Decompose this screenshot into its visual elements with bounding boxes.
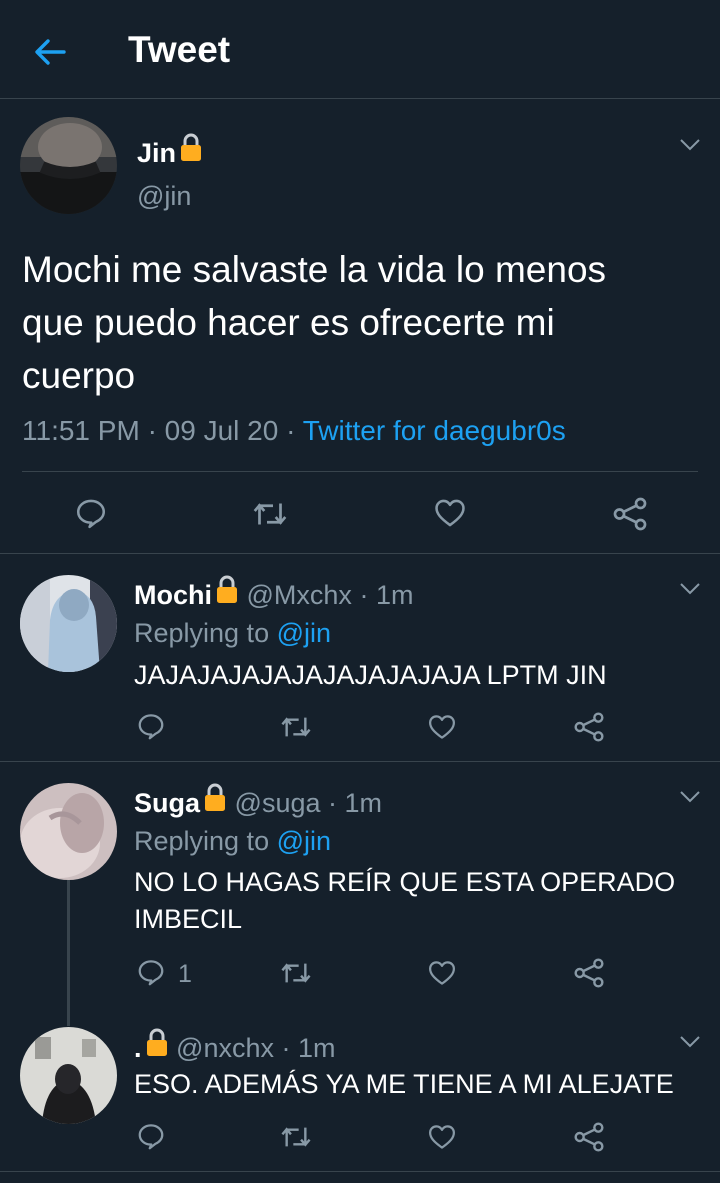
meta-separator: · (359, 580, 369, 610)
avatar[interactable] (20, 117, 117, 214)
reply-button[interactable] (136, 711, 166, 741)
tweet-time: 11:51 PM (22, 415, 140, 446)
reply-header: Mochi @Mxchx · 1m (134, 574, 413, 612)
share-button[interactable] (573, 1121, 605, 1153)
chevron-down-icon[interactable] (679, 1035, 701, 1049)
reply-time: 1m (344, 788, 383, 818)
divider (22, 471, 698, 472)
share-button[interactable] (573, 957, 605, 989)
meta-separator: · (328, 788, 338, 818)
reply-count: 1 (178, 960, 192, 988)
lock-icon (179, 132, 203, 162)
retweet-icon (252, 496, 288, 532)
author-handle[interactable]: @jin (137, 180, 191, 212)
tweet-meta: 11:51 PM · 09 Jul 20 · Twitter for daegu… (22, 414, 566, 448)
reply-text-line: IMBECIL (134, 904, 243, 934)
retweet-button[interactable] (252, 496, 288, 532)
chevron-down-icon[interactable] (679, 790, 701, 804)
reply-button[interactable] (136, 1121, 166, 1151)
author-handle[interactable]: @suga (235, 788, 321, 818)
reply-icon (136, 1121, 166, 1151)
author-name-text[interactable]: Mochi (134, 580, 212, 610)
author-name-text[interactable]: Suga (134, 788, 200, 818)
avatar[interactable] (20, 1027, 117, 1124)
reply-text-line: NO LO HAGAS REÍR QUE ESTA OPERADO (134, 867, 676, 897)
author-name-text[interactable]: . (134, 1033, 142, 1063)
retweet-button[interactable] (280, 711, 312, 743)
replying-to-handle[interactable]: @jin (277, 618, 331, 648)
share-icon (573, 1121, 605, 1153)
tweet-text-line: que puedo hacer es ofrecerte mi (22, 302, 555, 343)
tweet-text-line: cuerpo (22, 355, 136, 396)
share-icon (573, 957, 605, 989)
heart-icon (427, 712, 457, 742)
reply-header: Suga @suga · 1m (134, 782, 382, 820)
avatar[interactable] (20, 783, 117, 880)
retweet-icon (280, 1121, 312, 1153)
divider (0, 553, 720, 554)
reply-icon (74, 496, 108, 530)
replying-to-label: Replying to (134, 826, 270, 856)
chevron-down-icon[interactable] (679, 138, 701, 152)
replying-to-label: Replying to (134, 618, 270, 648)
reply-text-line: JAJAJAJAJAJAJAJAJAJAJA LPTM JIN (134, 660, 607, 690)
like-button[interactable] (427, 1122, 457, 1152)
tweet-text-line: Mochi me salvaste la vida lo menos (22, 249, 607, 290)
reply-header: . @nxchx · 1m (134, 1027, 336, 1065)
heart-icon (432, 496, 468, 530)
back-arrow-icon[interactable] (30, 32, 70, 72)
top-bar: Tweet (0, 0, 720, 99)
avatar[interactable] (20, 575, 117, 672)
meta-separator: · (147, 415, 157, 446)
retweet-icon (280, 711, 312, 743)
tweet-text: Mochi me salvaste la vida lo menos que p… (22, 243, 606, 402)
reply-text: NO LO HAGAS REÍR QUE ESTA OPERADO IMBECI… (134, 864, 675, 938)
author-name[interactable]: Jin (137, 132, 203, 169)
divider (0, 761, 720, 762)
divider (0, 1171, 720, 1172)
share-icon (612, 496, 648, 532)
lock-icon (203, 782, 227, 812)
like-button[interactable] (432, 496, 468, 530)
meta-separator: · (286, 415, 296, 446)
lock-icon (145, 1027, 169, 1057)
retweet-icon (280, 957, 312, 989)
heart-icon (427, 1122, 457, 1152)
author-name-text: Jin (137, 138, 177, 168)
share-icon (573, 711, 605, 743)
reply-icon (136, 957, 166, 987)
thread-line (67, 880, 70, 1026)
replying-to-handle[interactable]: @jin (277, 826, 331, 856)
reply-text-line: ESO. ADEMÁS YA ME TIENE A MI ALEJATE (134, 1069, 674, 1099)
retweet-button[interactable] (280, 1121, 312, 1153)
replying-to: Replying to @jin (134, 617, 331, 650)
share-button[interactable] (573, 711, 605, 743)
reply-button[interactable] (136, 957, 166, 987)
chevron-down-icon[interactable] (679, 582, 701, 596)
meta-separator: · (281, 1033, 291, 1063)
replying-to: Replying to @jin (134, 825, 331, 858)
reply-time: 1m (298, 1033, 336, 1063)
page-title: Tweet (128, 29, 231, 70)
author-handle[interactable]: @nxchx (176, 1033, 274, 1063)
retweet-button[interactable] (280, 957, 312, 989)
tweet-date: 09 Jul 20 (164, 415, 279, 446)
heart-icon (427, 958, 457, 988)
reply-time: 1m (375, 580, 414, 610)
reply-text: JAJAJAJAJAJAJAJAJAJAJA LPTM JIN (134, 657, 607, 693)
reply-text: ESO. ADEMÁS YA ME TIENE A MI ALEJATE (134, 1066, 674, 1102)
tweet-source-link[interactable]: Twitter for daegubr0s (303, 415, 566, 446)
lock-icon (215, 574, 239, 604)
share-button[interactable] (612, 496, 648, 532)
like-button[interactable] (427, 958, 457, 988)
reply-button[interactable] (74, 496, 108, 530)
author-handle[interactable]: @Mxchx (247, 580, 352, 610)
like-button[interactable] (427, 712, 457, 742)
reply-icon (136, 711, 166, 741)
